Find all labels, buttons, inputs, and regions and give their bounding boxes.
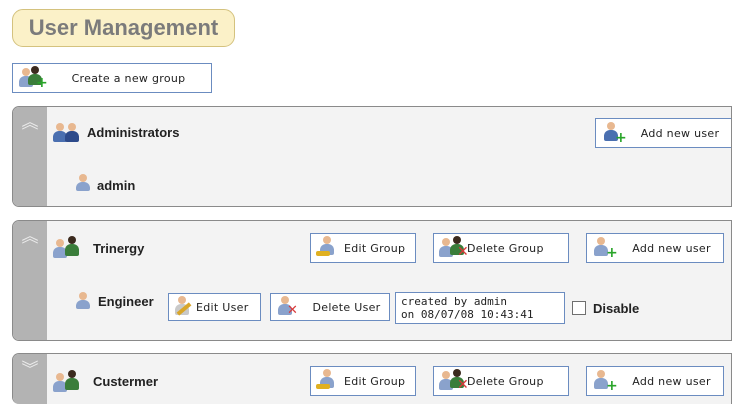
disable-label: Disable [593,301,640,316]
expand-rail[interactable]: ︾ [13,354,47,404]
group-name: Trinergy [93,241,145,256]
edit-group-button[interactable]: Edit Group [310,366,416,396]
edit-user-button[interactable]: Edit User [168,293,261,321]
page-title: User Management [12,9,235,47]
create-group-button[interactable]: + Create a new group [12,63,212,93]
group-name: Custermer [93,374,159,389]
collapse-rail[interactable]: ︽ [13,107,47,206]
delete-group-label: Delete Group [467,241,544,255]
group-panel-custermer: ︾ Custermer Edit Group ✕ Delete Group + … [12,353,732,404]
chevron-up-icon[interactable]: ︽ [20,227,40,247]
group-panel-administrators: ︽ Administrators + Add new user admin [12,106,732,207]
chevron-down-icon[interactable]: ︾ [20,360,40,380]
chevron-up-icon[interactable]: ︽ [20,113,40,133]
delete-user-icon: ✕ [274,295,304,319]
edit-group-icon [314,236,344,260]
add-user-button[interactable]: + Add new user [586,233,724,263]
delete-group-label: Delete Group [467,374,544,388]
create-group-label: Create a new group [71,71,186,85]
disable-checkbox[interactable] [572,301,586,315]
add-user-icon: + [590,236,620,261]
add-user-button[interactable]: + Add new user [586,366,724,396]
add-user-label: Add new user [632,241,711,255]
group-panel-trinergy: ︽ Trinergy Edit Group ✕ Delete Group + A… [12,220,732,341]
add-user-icon: + [590,369,620,394]
group-name: Administrators [87,125,180,140]
delete-group-button[interactable]: ✕ Delete Group [433,233,569,263]
add-user-label: Add new user [632,374,711,388]
edit-user-icon [172,295,196,319]
delete-group-button[interactable]: ✕ Delete Group [433,366,569,396]
edit-group-label: Edit Group [344,374,406,388]
collapse-rail[interactable]: ︽ [13,221,47,340]
delete-user-button[interactable]: ✕ Delete User [270,293,390,321]
delete-group-icon: ✕ [437,369,469,393]
add-group-icon: + [16,66,48,91]
user-info-box: created by admin on 08/07/08 10:43:41 [395,292,565,324]
created-on-text: on 08/07/08 10:43:41 [401,308,534,321]
user-name: admin [97,178,136,193]
add-user-button[interactable]: + Add new user [595,118,731,148]
delete-user-label: Delete User [312,300,381,314]
add-user-label: Add new user [640,126,720,140]
edit-group-label: Edit Group [344,241,406,255]
edit-group-button[interactable]: Edit Group [310,233,416,263]
add-user-icon: + [599,121,629,146]
edit-group-icon [314,369,344,393]
edit-user-label: Edit User [196,300,249,314]
user-name: Engineer [98,294,154,309]
delete-group-icon: ✕ [437,236,469,260]
created-by-text: created by admin [401,295,507,308]
